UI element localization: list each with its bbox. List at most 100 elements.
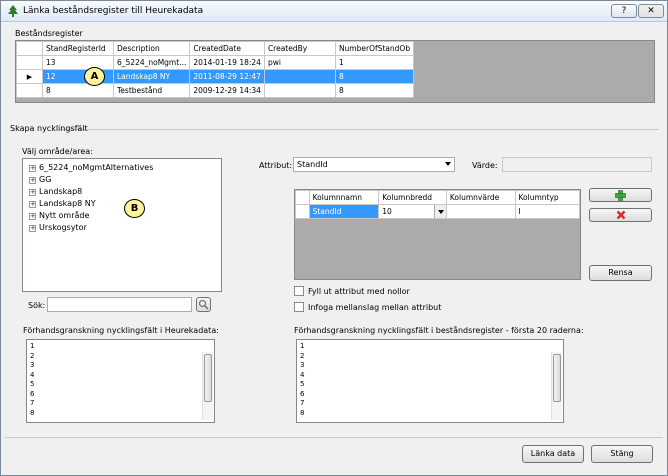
column-header[interactable]: Kolumntyp xyxy=(514,190,580,205)
column-header[interactable]: Kolumnbredd xyxy=(378,190,447,205)
title-bar: Länka beståndsregister till Heurekadata … xyxy=(1,1,667,22)
columns-grid[interactable]: Kolumnnamn Kolumnbredd Kolumnvärde Kolum… xyxy=(294,189,581,280)
preview-line: 8 xyxy=(30,408,35,417)
preview-heureka-label: Förhandsgranskning nycklingsfält i Heure… xyxy=(23,326,219,335)
table-cell[interactable] xyxy=(263,83,336,98)
row-indicator[interactable] xyxy=(295,204,310,219)
table-cell[interactable]: 2014-01-19 18:24 xyxy=(189,55,265,70)
row-indicator[interactable] xyxy=(16,83,43,98)
table-cell[interactable]: 13 xyxy=(42,55,114,70)
clear-button[interactable]: Rensa xyxy=(589,265,652,281)
table-cell[interactable]: pwi xyxy=(263,55,336,70)
table-cell[interactable]: Landskap8 NY xyxy=(112,69,191,84)
preview-register-textbox[interactable]: 1 2 3 4 5 6 7 8 xyxy=(296,339,564,423)
expand-icon[interactable]: + xyxy=(29,213,36,220)
tree-item-label: GG xyxy=(39,175,52,184)
column-width-select[interactable]: 10 xyxy=(378,204,447,219)
expand-icon[interactable]: + xyxy=(29,165,36,172)
column-header[interactable]: Description xyxy=(112,41,191,56)
table-cell[interactable]: 2009-12-29 14:34 xyxy=(189,83,265,98)
table-row[interactable]: 8 Testbestånd 2009-12-29 14:34 8 xyxy=(16,83,415,98)
preview-line: 4 xyxy=(30,370,35,379)
preview-line: 1 xyxy=(300,342,305,350)
remove-row-button[interactable] xyxy=(589,208,652,222)
column-width-value: 10 xyxy=(382,207,392,216)
fill-zeros-label: Fyll ut attribut med nollor xyxy=(308,287,410,296)
tree-item[interactable]: + Landskap8 xyxy=(29,187,82,196)
tree-item-label: Nytt område xyxy=(39,211,90,220)
table-cell[interactable]: 2011-08-29 12:47 xyxy=(189,69,265,84)
value-label: Värde: xyxy=(472,161,498,170)
expand-icon[interactable]: + xyxy=(29,225,36,232)
table-cell[interactable]: StandId xyxy=(308,204,380,219)
preview-line: 4 xyxy=(300,370,305,379)
column-header[interactable]: Kolumnnamn xyxy=(308,190,380,205)
attribute-select-value: StandId xyxy=(297,160,328,169)
preview-heureka-textbox[interactable]: 1 2 3 4 5 6 7 8 xyxy=(26,339,215,423)
magnifier-icon xyxy=(198,299,209,310)
expand-icon[interactable]: + xyxy=(29,189,36,196)
row-header-corner xyxy=(295,190,310,205)
table-cell[interactable]: 8 xyxy=(334,69,415,84)
row-indicator[interactable] xyxy=(16,55,43,70)
close-button[interactable]: Stäng xyxy=(591,445,653,463)
table-cell[interactable]: 8 xyxy=(42,83,114,98)
table-row[interactable]: StandId 10 I xyxy=(295,204,580,219)
tree-item-label: Landskap8 xyxy=(39,187,83,196)
table-cell[interactable]: 8 xyxy=(334,83,415,98)
column-header[interactable]: NumberOfStandOb xyxy=(334,41,415,56)
tree-item[interactable]: + GG xyxy=(29,175,51,184)
dropdown-button[interactable] xyxy=(433,205,446,218)
row-indicator[interactable]: ▶ xyxy=(16,69,43,84)
tree-item[interactable]: +6_5224_noMgmtAlternatives xyxy=(29,163,153,172)
key-field-section-label: Skapa nycklingsfält xyxy=(10,124,88,133)
column-header[interactable]: Kolumnvärde xyxy=(445,190,516,205)
table-row[interactable]: 13 6_5224_noMgmt... 2014-01-19 18:24 pwi… xyxy=(16,55,415,70)
area-tree[interactable]: +6_5224_noMgmtAlternatives + GG + Landskap… xyxy=(22,158,222,292)
search-button[interactable] xyxy=(196,297,211,312)
tree-item-label: Landskap8 NY xyxy=(39,199,96,208)
vertical-scrollbar[interactable] xyxy=(202,352,213,420)
search-input[interactable] xyxy=(47,297,192,312)
expand-icon[interactable]: + xyxy=(29,201,36,208)
tree-item[interactable]: + Landskap8 NY xyxy=(29,199,96,208)
preview-line: 7 xyxy=(300,399,305,407)
column-header[interactable]: CreatedDate xyxy=(189,41,265,56)
table-cell[interactable]: 6_5224_noMgmt... xyxy=(112,55,191,70)
preview-line: 6 xyxy=(30,389,35,398)
table-cell[interactable] xyxy=(263,69,336,84)
insert-spaces-label: Infoga mellanslag mellan attribut xyxy=(308,303,442,312)
table-cell[interactable]: 1 xyxy=(334,55,415,70)
section-divider xyxy=(59,129,659,130)
tree-item[interactable]: + Nytt område xyxy=(29,211,89,220)
attribute-label: Attribut: xyxy=(259,161,293,170)
close-window-button[interactable]: ✕ xyxy=(638,4,664,18)
tree-item[interactable]: + Urskogsytor xyxy=(29,223,87,232)
vertical-scrollbar[interactable] xyxy=(551,352,562,420)
table-row-selected[interactable]: ▶ 12 Landskap8 NY 2011-08-29 12:47 8 xyxy=(16,69,415,84)
green-plus-icon xyxy=(615,190,626,201)
preview-line: 2 xyxy=(30,351,35,360)
scrollbar-thumb[interactable] xyxy=(204,354,212,402)
attribute-select[interactable]: StandId xyxy=(293,157,455,172)
column-header[interactable]: CreatedBy xyxy=(263,41,336,56)
column-header[interactable]: StandRegisterId xyxy=(42,41,114,56)
table-cell[interactable] xyxy=(445,204,516,219)
value-input[interactable] xyxy=(502,157,652,172)
stand-register-grid[interactable]: StandRegisterId Description CreatedDate … xyxy=(15,40,655,103)
link-data-button[interactable]: Länka data xyxy=(522,445,584,463)
preview-line: 2 xyxy=(300,351,305,360)
help-button[interactable]: ? xyxy=(611,4,637,18)
scrollbar-thumb[interactable] xyxy=(553,354,561,402)
dialog-window: Länka beståndsregister till Heurekadata … xyxy=(0,0,668,476)
fill-zeros-checkbox[interactable] xyxy=(294,286,304,296)
preview-line: 5 xyxy=(30,380,35,388)
preview-register-label: Förhandsgranskning nycklingsfält i bestå… xyxy=(294,326,584,335)
preview-line: 5 xyxy=(300,380,305,388)
table-cell[interactable]: Testbestånd xyxy=(112,83,191,98)
expand-icon[interactable]: + xyxy=(29,177,36,184)
insert-spaces-checkbox[interactable] xyxy=(294,302,304,312)
callout-a: A xyxy=(84,67,105,86)
table-cell[interactable]: I xyxy=(514,204,580,219)
add-row-button[interactable] xyxy=(589,188,652,202)
